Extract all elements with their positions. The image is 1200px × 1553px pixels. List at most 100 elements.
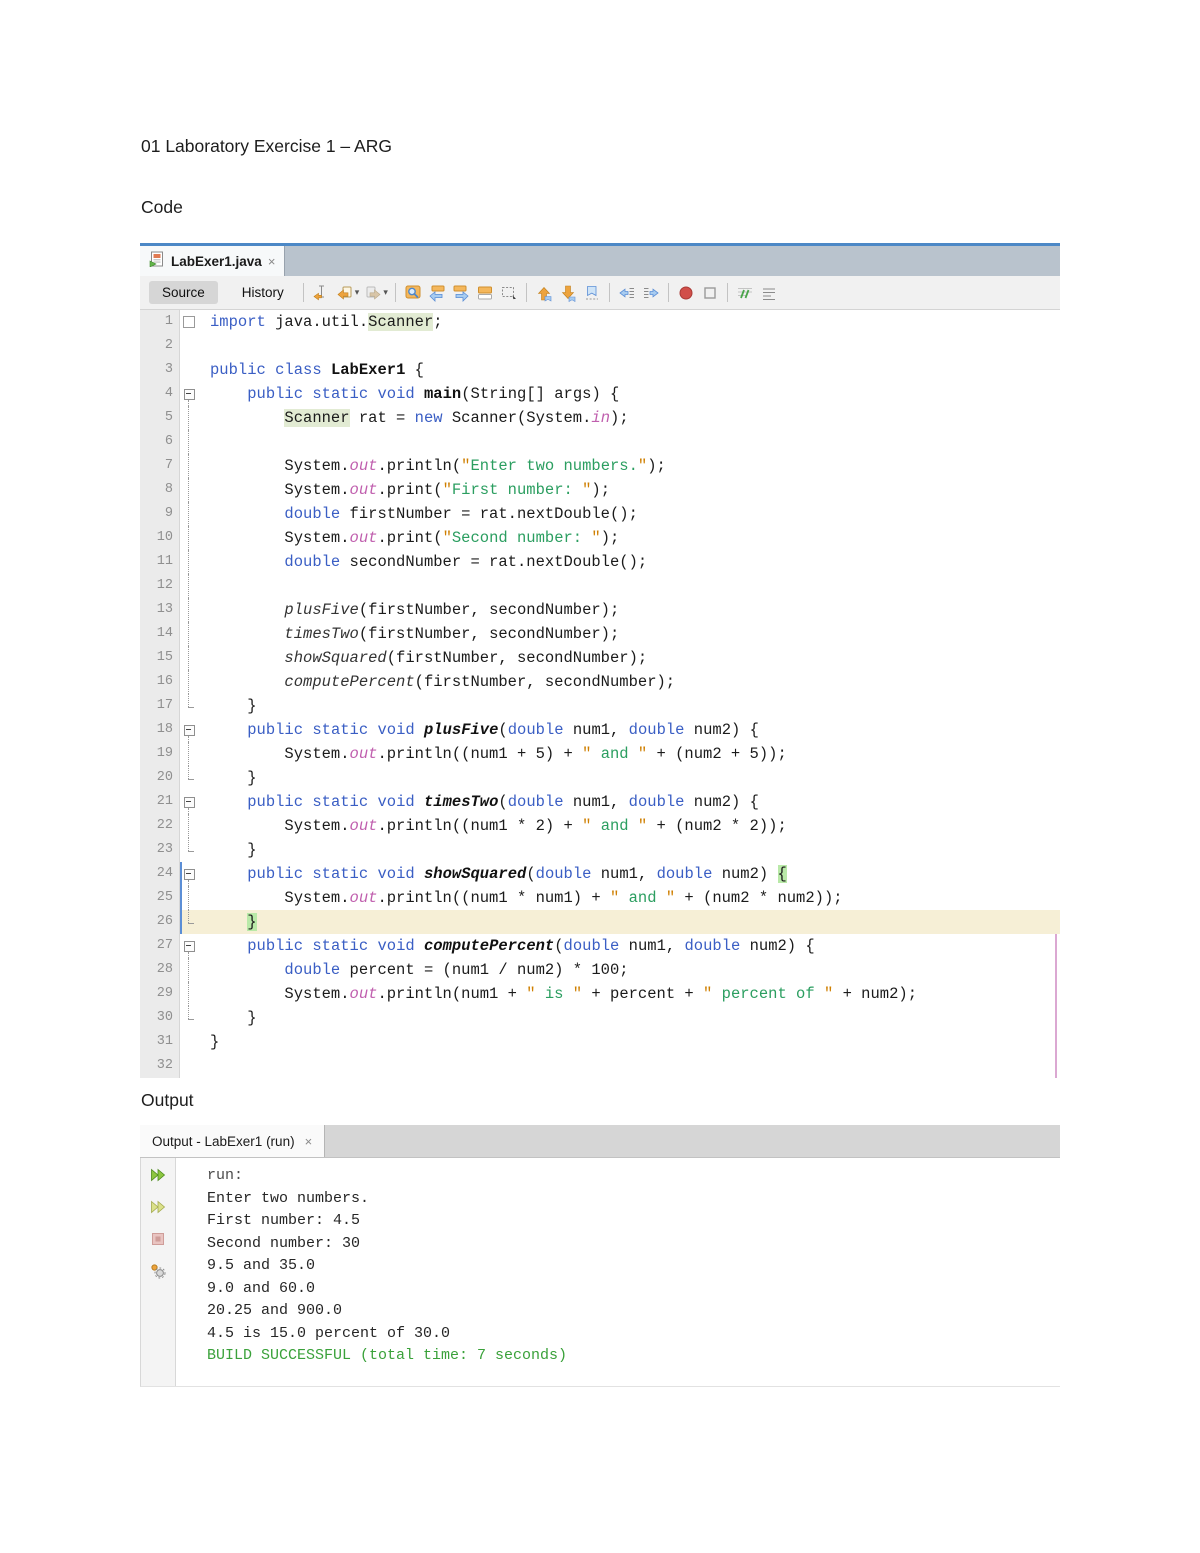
code-text: public static void computePercent(double…	[202, 934, 1060, 958]
code-text: }	[202, 1006, 1060, 1030]
fold-margin	[180, 454, 202, 478]
toolbar-separator	[727, 283, 728, 302]
fold-collapse-icon[interactable]	[184, 941, 195, 952]
shift-line-right-icon[interactable]	[639, 281, 663, 305]
code-text	[202, 1054, 1060, 1078]
code-line: 11 double secondNumber = rat.nextDouble(…	[140, 550, 1060, 574]
output-line: Enter two numbers.	[207, 1188, 567, 1211]
fold-collapse-icon[interactable]	[184, 869, 195, 880]
breakpoint-icon[interactable]	[674, 281, 698, 305]
output-line: 20.25 and 900.0	[207, 1300, 567, 1323]
output-tab-close-icon[interactable]: ×	[305, 1135, 313, 1148]
fold-margin	[180, 838, 202, 862]
find-selection-icon[interactable]	[401, 281, 425, 305]
line-number: 25	[140, 886, 180, 910]
output-tab-bar: Output - LabExer1 (run) ×	[140, 1125, 1060, 1158]
next-occurrence-icon[interactable]	[449, 281, 473, 305]
fold-margin[interactable]	[180, 934, 202, 958]
code-editor-area[interactable]: 1import java.util.Scanner;23public class…	[140, 310, 1060, 1078]
fold-margin	[180, 550, 202, 574]
ide-editor-window: LabExer1.java × Source History ▾ ▾ 1impor…	[140, 243, 1060, 1078]
code-line: 13 plusFive(firstNumber, secondNumber);	[140, 598, 1060, 622]
comment-icon[interactable]	[733, 281, 757, 305]
fold-guide-line	[188, 670, 189, 694]
fold-guide-line	[188, 694, 189, 707]
fold-guide-line	[188, 814, 189, 838]
last-edit-position-icon[interactable]	[309, 281, 333, 305]
fold-margin	[180, 958, 202, 982]
previous-occurrence-icon[interactable]	[425, 281, 449, 305]
line-number: 4	[140, 382, 180, 406]
line-number: 3	[140, 358, 180, 382]
code-text: double percent = (num1 / num2) * 100;	[202, 958, 1060, 982]
fold-margin[interactable]	[180, 718, 202, 742]
ant-settings-icon[interactable]	[148, 1261, 168, 1281]
code-text	[202, 430, 1060, 454]
stop-run-icon[interactable]	[148, 1229, 168, 1249]
code-line: 3public class LabExer1 {	[140, 358, 1060, 382]
right-margin-guide	[1055, 934, 1057, 1078]
tab-output-labexer1-run[interactable]: Output - LabExer1 (run) ×	[140, 1125, 325, 1157]
code-line: 2	[140, 334, 1060, 358]
line-number: 20	[140, 766, 180, 790]
fold-margin	[180, 886, 202, 910]
editor-tab-label: LabExer1.java	[171, 254, 262, 269]
code-text: System.out.println(num1 + " is " + perce…	[202, 982, 1060, 1006]
code-text: System.out.println("Enter two numbers.")…	[202, 454, 1060, 478]
fold-end-marker	[188, 851, 194, 852]
fold-margin[interactable]	[180, 862, 202, 886]
fold-collapse-icon[interactable]	[184, 797, 195, 808]
fold-margin[interactable]	[180, 382, 202, 406]
output-line: 9.0 and 60.0	[207, 1278, 567, 1301]
fold-end-marker	[188, 923, 194, 924]
fold-guide-line	[188, 742, 189, 766]
forward-icon[interactable]	[361, 281, 385, 305]
shift-line-left-icon[interactable]	[615, 281, 639, 305]
fold-margin	[180, 406, 202, 430]
editor-tab-close-icon[interactable]: ×	[268, 255, 276, 268]
java-file-icon	[149, 251, 165, 272]
fold-collapse-icon[interactable]	[184, 389, 195, 400]
dropdown-caret-icon[interactable]: ▾	[383, 287, 388, 298]
fold-margin	[180, 742, 202, 766]
code-line: 22 System.out.println((num1 * 2) + " and…	[140, 814, 1060, 838]
fold-guide-line	[188, 982, 189, 1006]
code-text: public static void plusFive(double num1,…	[202, 718, 1060, 742]
fold-margin	[180, 1006, 202, 1030]
fold-guide-line	[188, 550, 189, 574]
fold-margin	[180, 430, 202, 454]
stop-macro-icon[interactable]	[698, 281, 722, 305]
toggle-highlight-icon[interactable]	[473, 281, 497, 305]
toggle-bookmark-icon[interactable]	[580, 281, 604, 305]
previous-bookmark-icon[interactable]	[532, 281, 556, 305]
rerun-icon[interactable]	[148, 1165, 168, 1185]
fold-margin	[180, 1030, 202, 1054]
code-text: plusFive(firstNumber, secondNumber);	[202, 598, 1060, 622]
code-line: 21 public static void timesTwo(double nu…	[140, 790, 1060, 814]
rerun-changed-icon[interactable]	[148, 1197, 168, 1217]
fold-margin[interactable]	[180, 790, 202, 814]
fold-guide-line	[188, 454, 189, 478]
fold-margin	[180, 598, 202, 622]
line-number: 5	[140, 406, 180, 430]
fold-guide-line	[188, 646, 189, 670]
toolbar-separator	[395, 283, 396, 302]
dropdown-caret-icon[interactable]: ▾	[355, 287, 360, 298]
next-bookmark-icon[interactable]	[556, 281, 580, 305]
uncomment-icon[interactable]	[757, 281, 781, 305]
fold-guide-line	[188, 886, 189, 910]
code-text: showSquared(firstNumber, secondNumber);	[202, 646, 1060, 670]
line-number: 19	[140, 742, 180, 766]
output-section-heading: Output	[141, 1090, 194, 1111]
fold-end-marker	[188, 1019, 194, 1020]
code-line: 18 public static void plusFive(double nu…	[140, 718, 1060, 742]
rectangular-selection-icon[interactable]	[497, 281, 521, 305]
code-line: 10 System.out.print("Second number: ");	[140, 526, 1060, 550]
back-icon[interactable]	[333, 281, 357, 305]
fold-collapse-icon[interactable]	[184, 725, 195, 736]
history-view-button[interactable]: History	[228, 281, 298, 304]
source-view-button[interactable]: Source	[149, 281, 218, 304]
fold-margin	[180, 910, 202, 934]
line-number: 13	[140, 598, 180, 622]
tab-labexer1-java[interactable]: LabExer1.java ×	[140, 246, 285, 276]
